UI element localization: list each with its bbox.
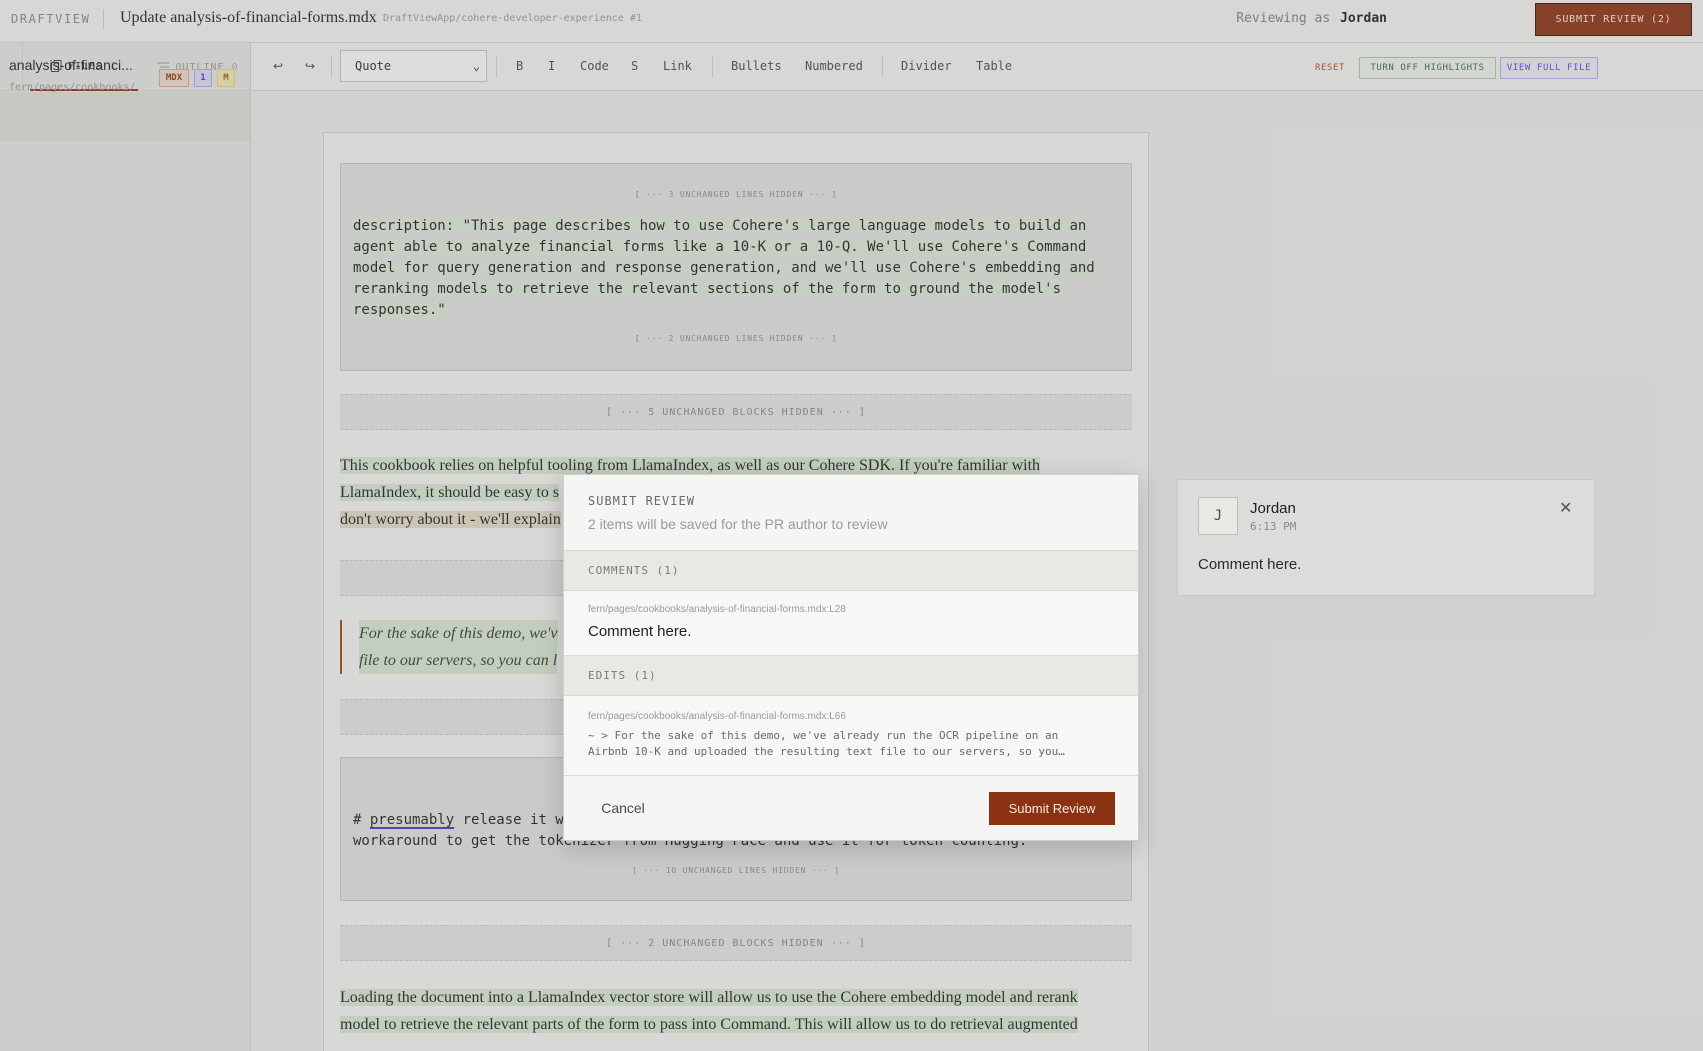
edits-header-label: EDITS (1) (588, 669, 657, 682)
comment-author: Jordan (1250, 500, 1296, 517)
edit-path: fern/pages/cookbooks/analysis-of-financi… (588, 711, 846, 722)
cancel-button[interactable]: Cancel (588, 792, 658, 824)
edit-preview-line: Airbnb 10-K and uploaded the resulting t… (588, 745, 1065, 758)
edit-list-item[interactable]: fern/pages/cookbooks/analysis-of-financi… (564, 696, 1138, 776)
comment-list-item[interactable]: fern/pages/cookbooks/analysis-of-financi… (564, 591, 1138, 656)
modal-header: SUBMIT REVIEW 2 items will be saved for … (564, 475, 1138, 551)
edit-preview-line: ~ > For the sake of this demo, we've alr… (588, 729, 1059, 742)
comment-card: J Jordan 6:13 PM ✕ Comment here. (1177, 479, 1595, 596)
submit-review-confirm-button[interactable]: Submit Review (989, 792, 1115, 825)
comments-section-header: COMMENTS (1) (564, 551, 1138, 591)
comment-time: 6:13 PM (1250, 520, 1297, 533)
submit-review-modal: SUBMIT REVIEW 2 items will be saved for … (563, 474, 1139, 841)
comment-text: Comment here. (588, 623, 692, 640)
close-icon[interactable]: ✕ (1559, 498, 1572, 518)
comment-body: Comment here. (1198, 556, 1302, 573)
comments-header-label: COMMENTS (1) (588, 564, 680, 577)
comment-path: fern/pages/cookbooks/analysis-of-financi… (588, 604, 846, 615)
avatar: J (1198, 497, 1238, 535)
modal-title: SUBMIT REVIEW (588, 494, 695, 508)
modal-subtitle: 2 items will be saved for the PR author … (588, 516, 888, 532)
edits-section-header: EDITS (1) (564, 656, 1138, 696)
